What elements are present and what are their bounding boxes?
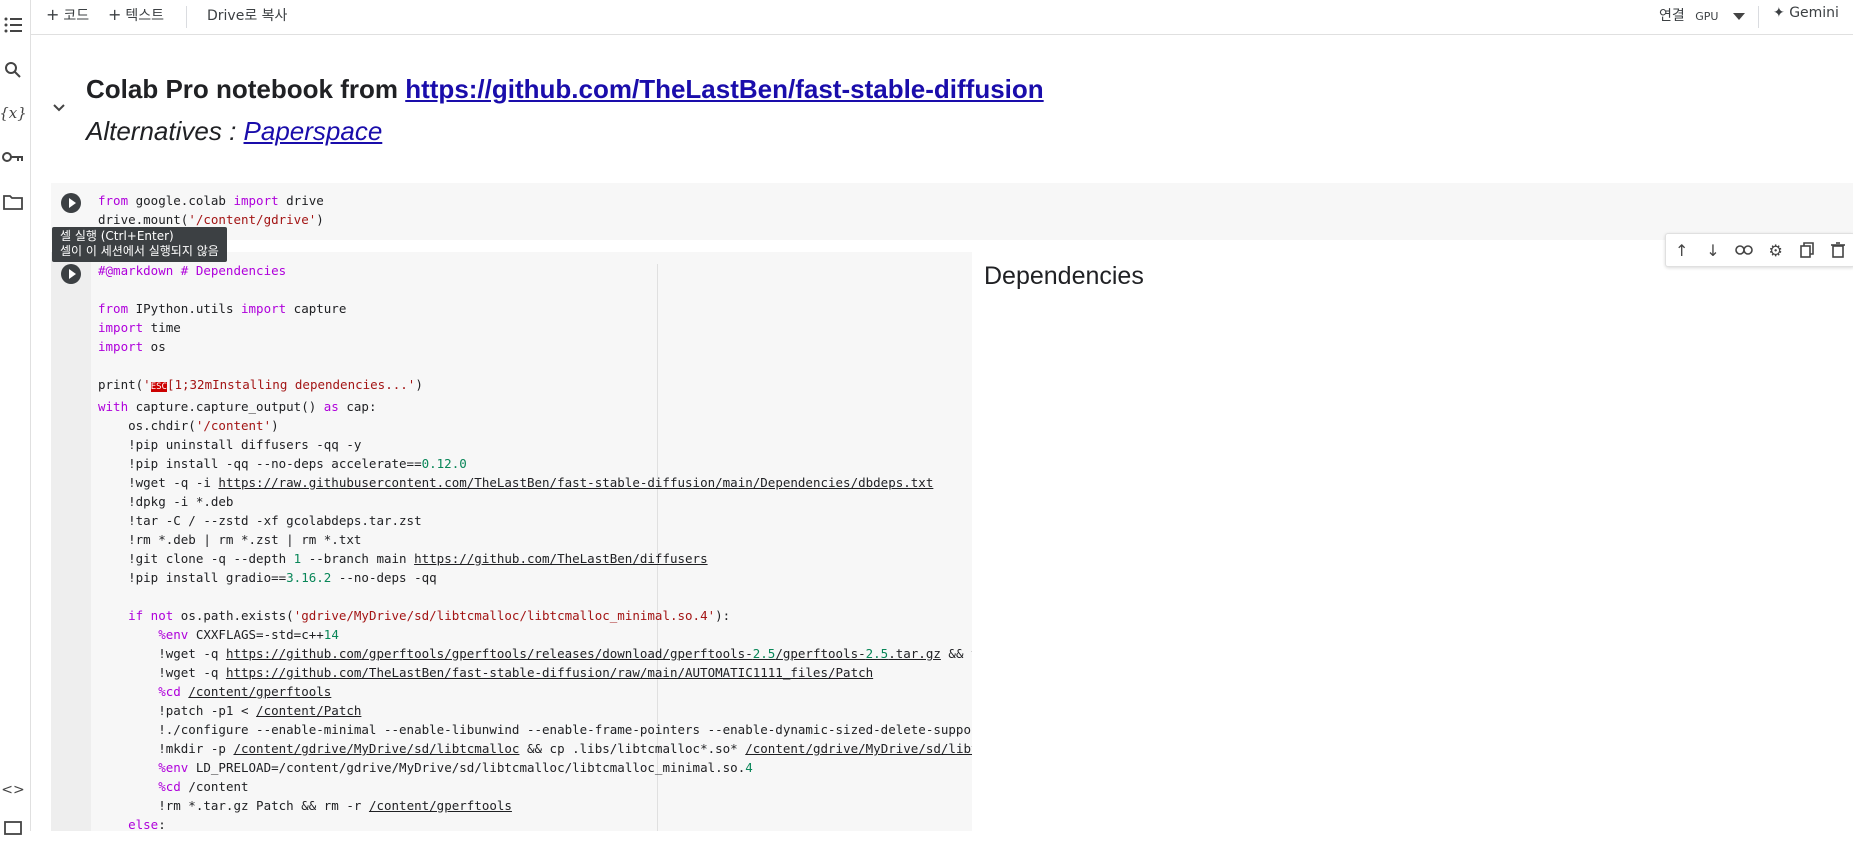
code-cell-dependencies[interactable]: #@markdown # Dependencies from IPython.u… <box>51 252 972 831</box>
github-link[interactable]: https://github.com/TheLastBen/fast-stabl… <box>405 74 1043 104</box>
table-of-contents-icon[interactable] <box>0 12 26 38</box>
folder-icon[interactable] <box>0 189 26 215</box>
variables-icon[interactable]: {x} <box>0 100 27 126</box>
cell-toolbar: ↑ ↓ ⚙ <box>1665 233 1853 267</box>
page-title: Colab Pro notebook from https://github.c… <box>86 74 1044 104</box>
link-icon[interactable] <box>1729 245 1760 255</box>
code-editor[interactable]: #@markdown # Dependencies from IPython.u… <box>98 261 972 831</box>
move-cell-up-icon[interactable]: ↑ <box>1666 241 1697 260</box>
plus-icon: + <box>46 5 60 24</box>
terminal-icon[interactable] <box>0 815 26 841</box>
run-cell-button[interactable] <box>61 264 81 284</box>
alternatives-line: Alternatives : Paperspace <box>86 116 383 146</box>
code-editor[interactable]: from google.colab import drive drive.mou… <box>98 191 324 229</box>
left-sidebar: {x} <> <box>0 0 31 835</box>
gemini-button[interactable]: ✦ Gemini <box>1773 5 1839 21</box>
sparkle-icon: ✦ <box>1773 5 1790 21</box>
code-cell-mount-drive[interactable]: from google.colab import drive drive.mou… <box>51 183 1853 240</box>
runtime-dropdown-icon[interactable] <box>1733 9 1745 25</box>
toolbar-divider <box>1758 6 1759 28</box>
add-code-button[interactable]: + 코드 <box>46 5 89 25</box>
search-icon[interactable] <box>0 57 26 83</box>
plus-icon: + <box>108 5 122 24</box>
collapse-section-icon[interactable] <box>53 100 65 116</box>
delete-icon[interactable] <box>1823 242 1853 258</box>
runtime-label: GPU <box>1695 10 1719 23</box>
mirror-cell-icon[interactable] <box>1791 242 1822 258</box>
move-cell-down-icon[interactable]: ↓ <box>1697 241 1728 260</box>
cell-gutter <box>51 252 91 831</box>
cell-form-title: Dependencies <box>984 262 1144 290</box>
connect-button[interactable]: 연결 GPU <box>1659 5 1718 25</box>
copy-to-drive-button[interactable]: Drive로 복사 <box>207 5 287 25</box>
text-cell: Colab Pro notebook from https://github.c… <box>31 34 1853 184</box>
toolbar-divider <box>186 6 187 28</box>
code-snippets-icon[interactable]: <> <box>0 777 26 803</box>
paperspace-link[interactable]: Paperspace <box>244 116 383 146</box>
run-cell-tooltip: 셀 실행 (Ctrl+Enter) 셀이 이 세션에서 실행되지 않음 <box>52 227 227 262</box>
connect-label: 연결 <box>1659 8 1685 24</box>
gear-icon[interactable]: ⚙ <box>1760 241 1791 260</box>
notebook-toolbar: + 코드 + 텍스트 Drive로 복사 연결 GPU ✦ Gemini <box>31 0 1853 35</box>
run-cell-button[interactable] <box>61 193 81 213</box>
key-icon[interactable] <box>0 144 26 170</box>
add-text-button[interactable]: + 텍스트 <box>108 5 164 25</box>
